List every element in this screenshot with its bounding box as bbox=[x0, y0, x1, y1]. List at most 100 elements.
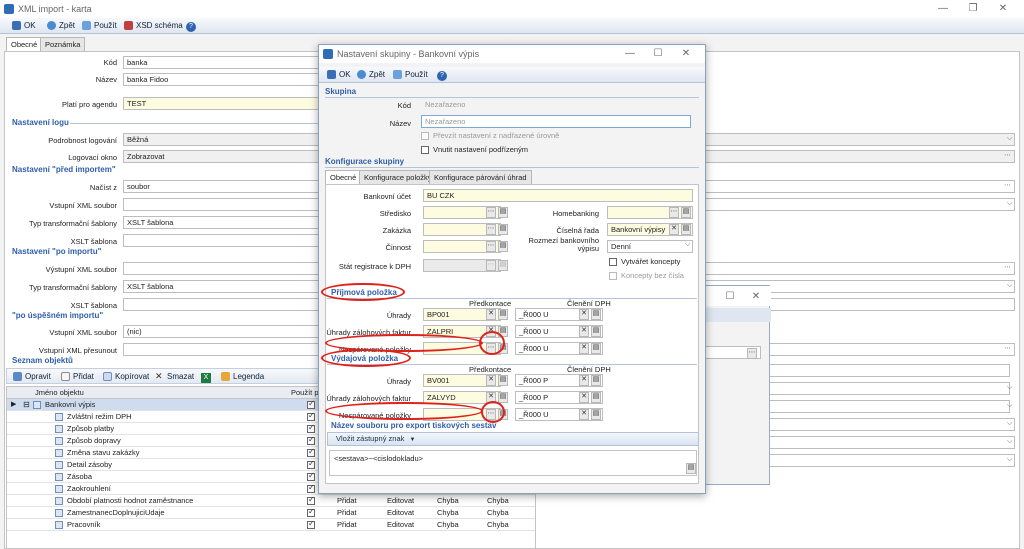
typ-select[interactable]: XSLT šablona bbox=[123, 216, 323, 229]
rozmezi-select[interactable]: Denní bbox=[607, 240, 693, 253]
use-checkbox[interactable] bbox=[307, 435, 315, 445]
dialog-help-button[interactable]: ? bbox=[437, 69, 447, 81]
use-checkbox[interactable] bbox=[307, 399, 315, 409]
cleneni-list-button[interactable]: ▤ bbox=[591, 409, 601, 420]
nazev-field[interactable]: banka Fidoo bbox=[123, 73, 323, 86]
close-icon[interactable]: ✕ bbox=[990, 2, 1016, 16]
chevron-down-icon[interactable]: ⌵ bbox=[1007, 384, 1012, 392]
collapse-icon[interactable]: ⊟ bbox=[23, 399, 30, 411]
use-checkbox[interactable] bbox=[307, 447, 315, 457]
opravit-button[interactable]: Opravit bbox=[13, 371, 51, 383]
background-close-icon[interactable]: ✕ bbox=[743, 290, 769, 304]
export-textarea[interactable]: <sestava>~<cislodokladu> ▤ bbox=[329, 450, 697, 476]
homebanking-ellipsis-button[interactable]: ⋯ bbox=[669, 207, 679, 218]
cleneni-list-button[interactable]: ▤ bbox=[591, 375, 601, 386]
kopirovat-button[interactable]: Kopírovat bbox=[103, 371, 149, 383]
tab-konfigurace-polozky[interactable]: Konfigurace položky bbox=[359, 170, 437, 184]
cinnost-list-button[interactable]: ▤ bbox=[498, 241, 508, 252]
export-scroll-button[interactable]: ▤ bbox=[686, 463, 696, 474]
dialog-ok-button[interactable]: OK bbox=[327, 69, 351, 81]
vlozit-button[interactable]: Vložit zástupný znak ▼ bbox=[327, 432, 699, 446]
legenda-button[interactable]: Legenda bbox=[221, 371, 264, 383]
use-checkbox[interactable] bbox=[307, 459, 315, 469]
cleneni-field[interactable]: _Ř000 U bbox=[515, 342, 603, 355]
chevron-down-icon[interactable]: ⌵ bbox=[1007, 282, 1012, 290]
ellipsis-icon[interactable]: ⋯ bbox=[1004, 344, 1011, 352]
cleneni-field[interactable]: _Ř000 P bbox=[515, 374, 603, 387]
cleneni-clear-button[interactable]: ✕ bbox=[579, 409, 589, 420]
xslt-field[interactable] bbox=[123, 234, 323, 247]
pridat-button[interactable]: Přidat bbox=[61, 371, 94, 383]
table-row[interactable]: Pracovník Přidat Editovat Chyba Chyba bbox=[7, 519, 535, 531]
chevron-down-icon[interactable]: ⌵ bbox=[685, 241, 690, 249]
excel-button[interactable]: X bbox=[201, 371, 211, 383]
use-checkbox[interactable] bbox=[307, 471, 315, 481]
vstupni-field[interactable] bbox=[123, 198, 323, 211]
predkontace-list-button[interactable]: ▤ bbox=[498, 309, 508, 320]
podrobnost-select[interactable]: Běžná bbox=[123, 133, 323, 146]
tab-konfigurace-parovani[interactable]: Konfigurace párování úhrad bbox=[429, 170, 532, 184]
stredisko-ellipsis-button[interactable]: ⋯ bbox=[486, 207, 496, 218]
presunout-field[interactable] bbox=[123, 343, 323, 356]
table-row[interactable]: ZamestnanecDoplnujiciUdaje Přidat Editovat… bbox=[7, 507, 535, 519]
use-checkbox[interactable] bbox=[307, 507, 315, 517]
podrobnost-select-right[interactable] bbox=[705, 133, 1015, 146]
back-button[interactable]: Zpět bbox=[47, 20, 75, 32]
chevron-down-icon[interactable]: ⌵ bbox=[1007, 438, 1012, 446]
okno-select-right[interactable] bbox=[705, 150, 1015, 163]
predkontace-clear-button[interactable]: ✕ bbox=[486, 375, 496, 386]
predkontace-list-button[interactable]: ▤ bbox=[498, 392, 508, 403]
side-select-3[interactable] bbox=[760, 454, 1015, 467]
tab-obecne[interactable]: Obecné bbox=[6, 37, 43, 51]
use-checkbox[interactable] bbox=[307, 519, 315, 529]
kod-field[interactable]: banka bbox=[123, 56, 323, 69]
zakazka-list-button[interactable]: ▤ bbox=[498, 224, 508, 235]
dialog-close-icon[interactable]: ✕ bbox=[673, 47, 699, 61]
vytvaret-checkbox[interactable] bbox=[609, 258, 617, 266]
cleneni-list-button[interactable]: ▤ bbox=[591, 309, 601, 320]
chevron-down-icon[interactable]: ⌵ bbox=[1007, 200, 1012, 208]
plati-field[interactable]: TEST bbox=[123, 97, 323, 110]
ellipsis-icon[interactable]: ⋯ bbox=[1004, 263, 1011, 271]
side-select-1[interactable] bbox=[760, 418, 1015, 431]
chevron-down-icon[interactable]: ⌵ bbox=[1007, 456, 1012, 464]
nacist-select-right[interactable] bbox=[705, 180, 1015, 193]
ellipsis-icon[interactable]: ⋯ bbox=[1004, 151, 1011, 159]
cleneni-list-button[interactable]: ▤ bbox=[591, 343, 601, 354]
okno-select[interactable]: Zobrazovat bbox=[123, 150, 323, 163]
xslt2-field[interactable] bbox=[123, 298, 323, 311]
ok-button[interactable]: OK bbox=[12, 20, 36, 32]
dialog-back-button[interactable]: Zpět bbox=[357, 69, 385, 81]
dialog-nazev-field[interactable]: Nezařazeno bbox=[421, 115, 691, 128]
nacist-select[interactable]: soubor bbox=[123, 180, 323, 193]
smazat-button[interactable]: ✕ Smazat bbox=[155, 371, 194, 383]
vnutit-checkbox[interactable] bbox=[421, 146, 429, 154]
chevron-down-icon[interactable]: ⌵ bbox=[1007, 135, 1012, 143]
apply-button[interactable]: Použít bbox=[82, 20, 117, 32]
cleneni-clear-button[interactable]: ✕ bbox=[579, 309, 589, 320]
cleneni-clear-button[interactable]: ✕ bbox=[579, 392, 589, 403]
vstupni-field-right[interactable] bbox=[705, 198, 1015, 211]
dialog-maximize-icon[interactable]: ☐ bbox=[645, 47, 671, 61]
background-ellipsis-button[interactable]: ⋯ bbox=[747, 348, 757, 359]
use-checkbox[interactable] bbox=[307, 495, 315, 505]
use-checkbox[interactable] bbox=[307, 423, 315, 433]
side-select-2[interactable] bbox=[760, 436, 1015, 449]
table-row[interactable]: Období platnosti hodnot zaměstnance Přida… bbox=[7, 495, 535, 507]
tab-obecne-dialog[interactable]: Obecné bbox=[325, 170, 362, 184]
dialog-apply-button[interactable]: Použít bbox=[393, 69, 428, 81]
minimize-icon[interactable]: — bbox=[930, 2, 956, 16]
cleneni-list-button[interactable]: ▤ bbox=[591, 326, 601, 337]
homebanking-list-button[interactable]: ▤ bbox=[681, 207, 691, 218]
help-button[interactable]: ? bbox=[186, 20, 196, 32]
grid-right-select-1[interactable] bbox=[755, 382, 1010, 395]
dialog-minimize-icon[interactable]: — bbox=[617, 47, 643, 61]
maximize-icon[interactable]: ❐ bbox=[960, 2, 986, 16]
cinnost-ellipsis-button[interactable]: ⋯ bbox=[486, 241, 496, 252]
vystupni-field-right[interactable] bbox=[705, 262, 1015, 275]
background-maximize-icon[interactable]: ☐ bbox=[717, 290, 743, 304]
cleneni-field[interactable]: _Ř000 U bbox=[515, 408, 603, 421]
cleneni-clear-button[interactable]: ✕ bbox=[579, 326, 589, 337]
cleneni-clear-button[interactable]: ✕ bbox=[579, 375, 589, 386]
vstupni2-select[interactable]: (nic) bbox=[123, 325, 323, 338]
